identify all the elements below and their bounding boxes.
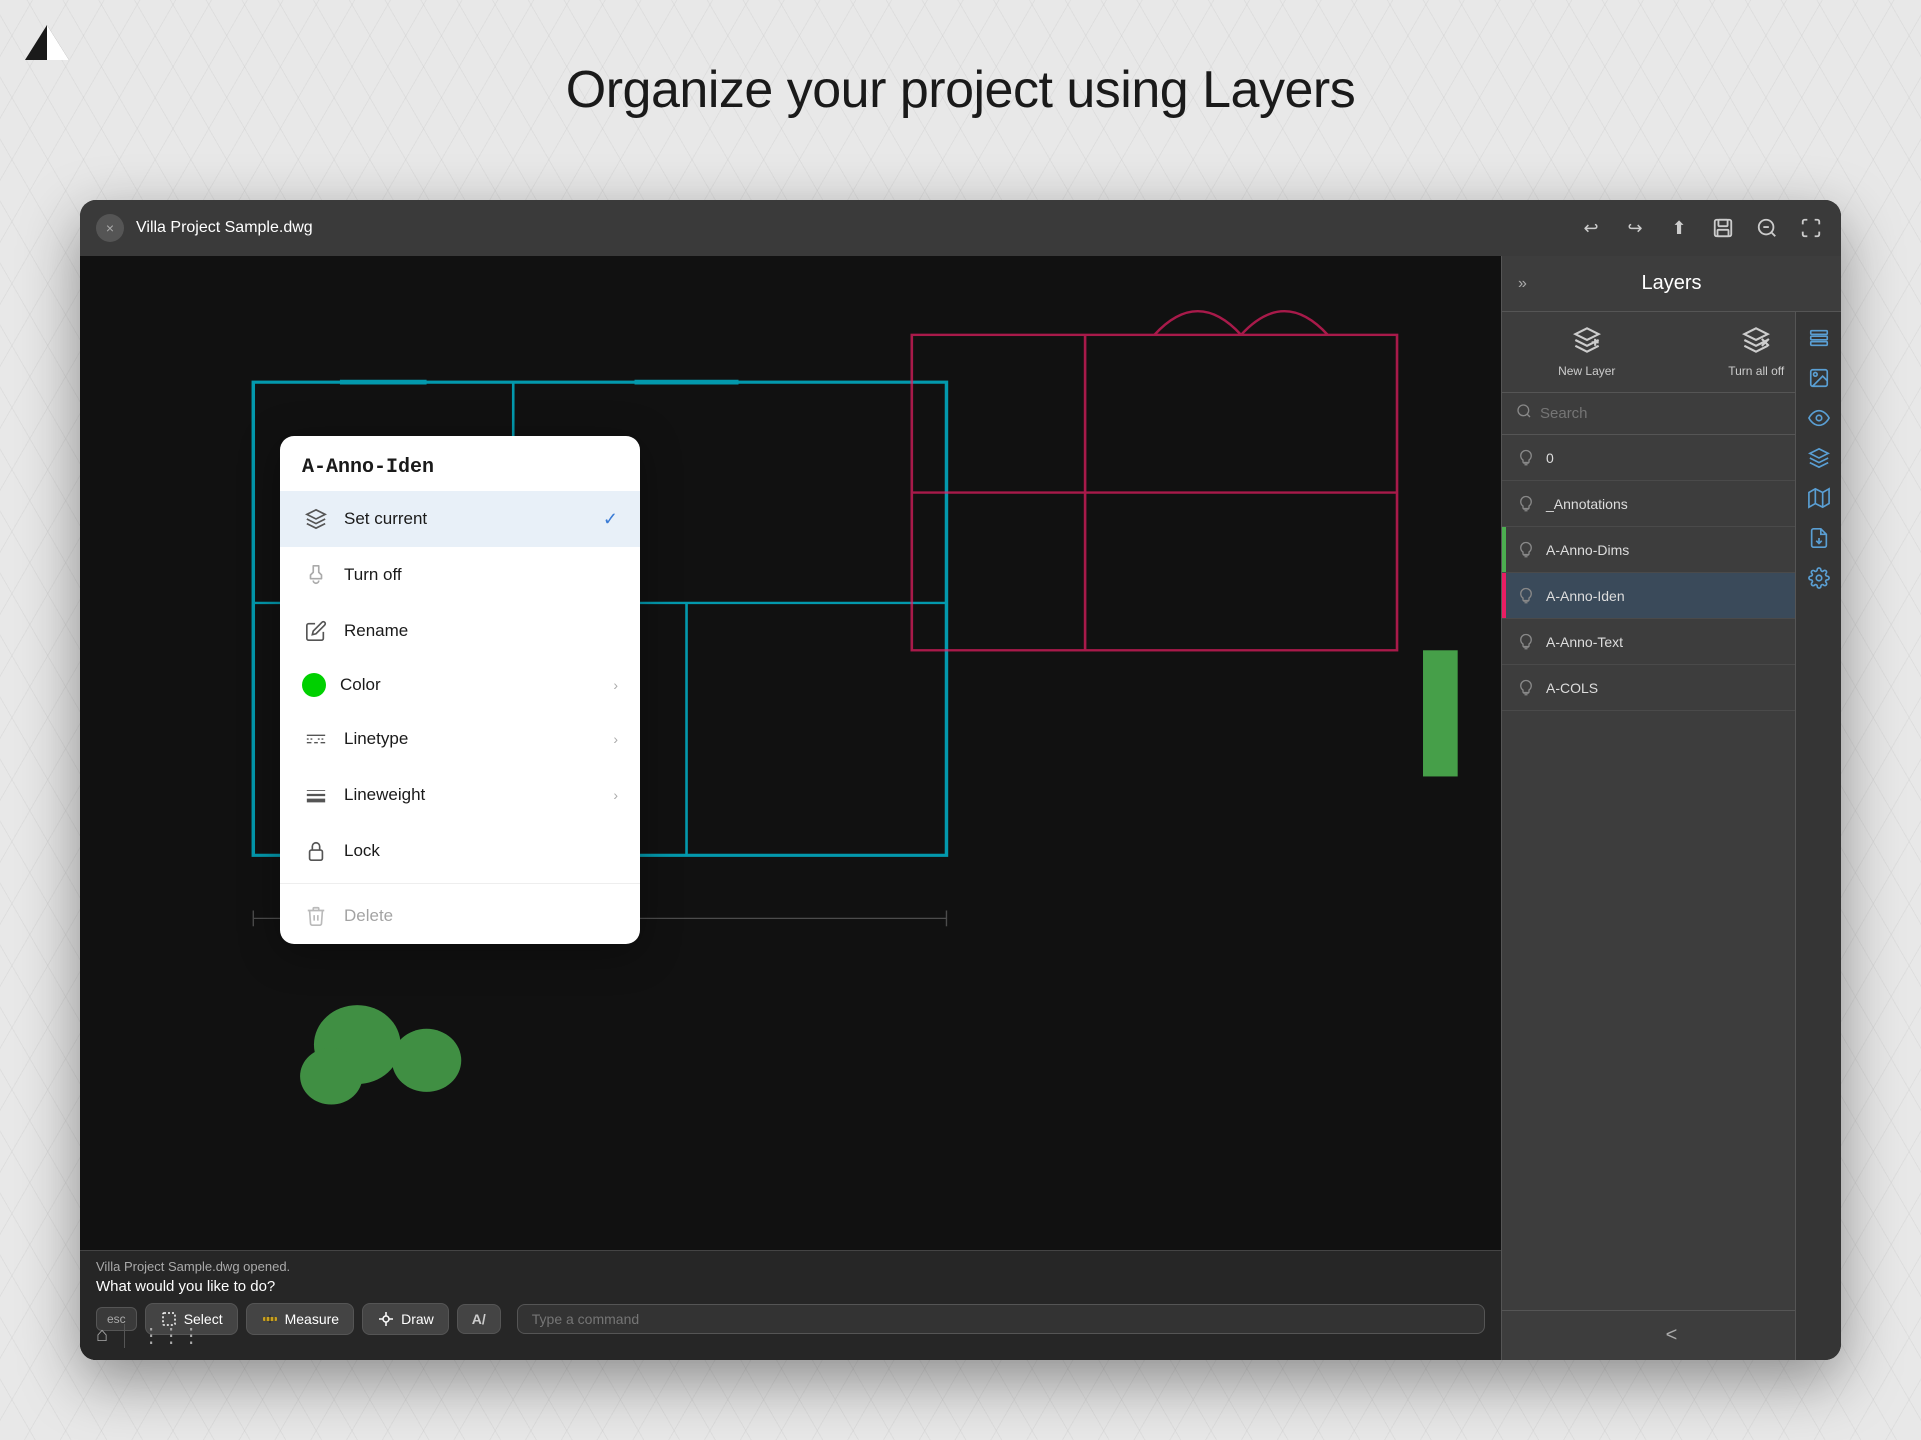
linetype-icon bbox=[302, 725, 330, 753]
panel-title: Layers bbox=[1641, 272, 1701, 295]
lineweight-arrow: › bbox=[613, 787, 618, 803]
layer-anno-text-bulb bbox=[1516, 632, 1536, 652]
color-arrow: › bbox=[613, 677, 618, 693]
window-filename: Villa Project Sample.dwg bbox=[136, 219, 1577, 237]
panel-back-button[interactable]: < bbox=[1502, 1310, 1841, 1360]
delete-label: Delete bbox=[344, 906, 618, 926]
layer-item-annotations[interactable]: _Annotations ⋮ bbox=[1502, 481, 1841, 527]
new-layer-button[interactable]: New Layer bbox=[1502, 312, 1672, 392]
side-stack-icon[interactable] bbox=[1801, 440, 1837, 476]
layer-item-anno-dims[interactable]: A-Anno-Dims ⋮ bbox=[1502, 527, 1841, 573]
turn-off-label: Turn off bbox=[344, 565, 618, 585]
context-menu-item-lock[interactable]: Lock bbox=[280, 823, 640, 879]
turn-all-off-label: Turn all off bbox=[1728, 364, 1784, 378]
lineweight-label: Lineweight bbox=[344, 785, 613, 805]
context-menu-item-set-current[interactable]: Set current ✓ bbox=[280, 491, 640, 547]
set-current-label: Set current bbox=[344, 509, 603, 529]
layer-a-cols-bulb bbox=[1516, 678, 1536, 698]
side-map-icon[interactable] bbox=[1801, 480, 1837, 516]
layer-item-0[interactable]: 0 ⋮ bbox=[1502, 435, 1841, 481]
context-menu-item-delete[interactable]: Delete bbox=[280, 888, 640, 944]
context-menu: A-Anno-Iden Set current ✓ bbox=[280, 436, 640, 944]
side-layers-icon[interactable] bbox=[1801, 320, 1837, 356]
share-button[interactable]: ⬆ bbox=[1665, 214, 1693, 242]
search-icon bbox=[1516, 403, 1532, 424]
title-bar: × Villa Project Sample.dwg ↩ ↪ ⬆ bbox=[80, 200, 1841, 256]
layer-item-anno-iden[interactable]: A-Anno-Iden ⋮ bbox=[1502, 573, 1841, 619]
delete-icon bbox=[302, 902, 330, 930]
undo-button[interactable]: ↩ bbox=[1577, 214, 1605, 242]
side-export-icon[interactable] bbox=[1801, 520, 1837, 556]
panel-collapse-button[interactable]: » bbox=[1518, 275, 1527, 293]
right-panel: » Layers New Layer bbox=[1501, 256, 1841, 1360]
context-menu-title: A-Anno-Iden bbox=[280, 436, 640, 491]
layer-a-cols-name: A-COLS bbox=[1546, 680, 1801, 696]
lock-label: Lock bbox=[344, 841, 618, 861]
app-window: × Villa Project Sample.dwg ↩ ↪ ⬆ bbox=[80, 200, 1841, 1360]
set-current-icon bbox=[302, 505, 330, 533]
new-layer-label: New Layer bbox=[1558, 364, 1615, 378]
layer-0-name: 0 bbox=[1546, 450, 1801, 466]
lineweight-icon bbox=[302, 781, 330, 809]
side-icons-panel bbox=[1795, 312, 1841, 1360]
color-circle bbox=[302, 673, 326, 697]
redo-button[interactable]: ↪ bbox=[1621, 214, 1649, 242]
layer-anno-iden-name: A-Anno-Iden bbox=[1546, 588, 1801, 604]
layer-0-bulb bbox=[1516, 448, 1536, 468]
linetype-label: Linetype bbox=[344, 729, 613, 749]
turn-all-off-icon bbox=[1742, 326, 1770, 360]
fullscreen-button[interactable] bbox=[1797, 214, 1825, 242]
context-menu-item-turn-off[interactable]: Turn off bbox=[280, 547, 640, 603]
layer-annotations-bulb bbox=[1516, 494, 1536, 514]
layer-anno-iden-bulb bbox=[1516, 586, 1536, 606]
layer-item-a-cols[interactable]: A-COLS ⋮ bbox=[1502, 665, 1841, 711]
panel-header: » Layers bbox=[1502, 256, 1841, 312]
menu-divider bbox=[280, 883, 640, 884]
panel-search bbox=[1502, 393, 1841, 435]
rename-icon bbox=[302, 617, 330, 645]
save-button[interactable] bbox=[1709, 214, 1737, 242]
context-menu-item-linetype[interactable]: Linetype › bbox=[280, 711, 640, 767]
side-eye-icon[interactable] bbox=[1801, 400, 1837, 436]
new-layer-icon bbox=[1573, 326, 1601, 360]
set-current-check: ✓ bbox=[603, 509, 618, 530]
title-bar-actions: ↩ ↪ ⬆ bbox=[1577, 214, 1825, 242]
turn-off-icon bbox=[302, 561, 330, 589]
canvas-area[interactable]: Villa Project Sample.dwg opened. What wo… bbox=[80, 256, 1501, 1360]
layers-search-input[interactable] bbox=[1540, 405, 1827, 422]
app-logo bbox=[20, 20, 75, 65]
side-settings-icon[interactable] bbox=[1801, 560, 1837, 596]
panel-toolbar: New Layer Turn all off bbox=[1502, 312, 1841, 393]
context-menu-item-rename[interactable]: Rename bbox=[280, 603, 640, 659]
context-menu-overlay[interactable]: A-Anno-Iden Set current ✓ bbox=[80, 256, 1501, 1360]
color-label: Color bbox=[340, 675, 613, 695]
layer-anno-dims-name: A-Anno-Dims bbox=[1546, 542, 1801, 558]
window-body: Villa Project Sample.dwg opened. What wo… bbox=[80, 256, 1841, 1360]
context-menu-item-lineweight[interactable]: Lineweight › bbox=[280, 767, 640, 823]
layer-annotations-name: _Annotations bbox=[1546, 496, 1801, 512]
zoom-button[interactable] bbox=[1753, 214, 1781, 242]
layer-anno-text-name: A-Anno-Text bbox=[1546, 634, 1801, 650]
side-image-icon[interactable] bbox=[1801, 360, 1837, 396]
context-menu-item-color[interactable]: Color › bbox=[280, 659, 640, 711]
linetype-arrow: › bbox=[613, 731, 618, 747]
layer-anno-dims-bulb bbox=[1516, 540, 1536, 560]
rename-label: Rename bbox=[344, 621, 618, 641]
layers-list: 0 ⋮ _Annotations ⋮ bbox=[1502, 435, 1841, 1310]
layer-item-anno-text[interactable]: A-Anno-Text ⋮ bbox=[1502, 619, 1841, 665]
close-button[interactable]: × bbox=[96, 214, 124, 242]
lock-icon bbox=[302, 837, 330, 865]
page-title: Organize your project using Layers bbox=[0, 60, 1921, 120]
